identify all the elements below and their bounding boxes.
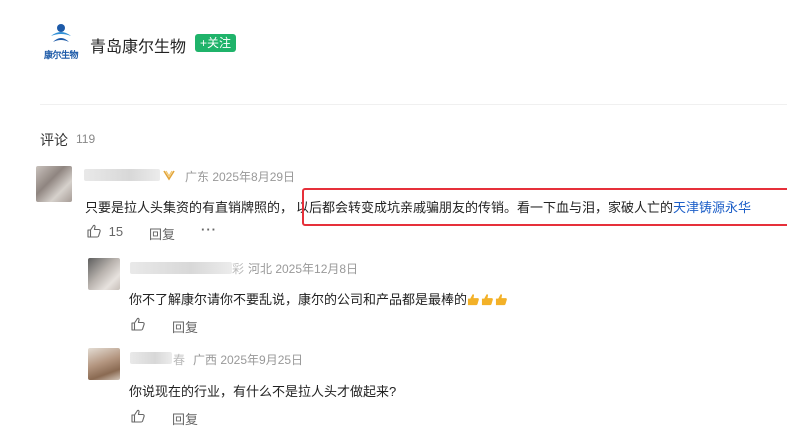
reply-text: 你说现在的行业，有什么不是拉人头才做起来? bbox=[129, 384, 397, 399]
company-logo[interactable]: 康尔生物 bbox=[42, 22, 80, 62]
highlight-box bbox=[302, 188, 787, 226]
reply-location-date: 广西 2025年9月25日 bbox=[193, 353, 304, 367]
thumbs-up-icon bbox=[131, 409, 145, 423]
username-tail: 彩 bbox=[232, 262, 245, 276]
header-divider bbox=[40, 104, 787, 105]
logo-mark-icon bbox=[51, 24, 71, 42]
thumbs-up-icon bbox=[87, 224, 101, 238]
avatar[interactable] bbox=[88, 348, 120, 380]
avatar[interactable] bbox=[88, 258, 120, 290]
like-button[interactable] bbox=[130, 316, 146, 332]
logo-text: 康尔生物 bbox=[43, 51, 79, 61]
comments-title: 评论 bbox=[40, 132, 68, 148]
like-button[interactable]: 15 bbox=[86, 223, 123, 239]
follow-button[interactable]: +关注 bbox=[195, 34, 237, 52]
reply-location-date: 河北 2025年12月8日 bbox=[248, 262, 359, 276]
more-dots-icon[interactable]: ··· bbox=[201, 222, 217, 237]
username-tail: 春 bbox=[173, 353, 186, 367]
like-button[interactable] bbox=[130, 408, 146, 424]
comments-count: 119 bbox=[76, 132, 96, 146]
thumbs-up-emoji bbox=[467, 292, 509, 307]
like-count: 15 bbox=[108, 224, 124, 239]
reply-button[interactable]: 回复 bbox=[149, 224, 175, 243]
username-blurred[interactable] bbox=[130, 352, 172, 364]
thumbs-up-icon bbox=[131, 317, 145, 331]
reply-text-content: 你不了解康尔请你不要乱说，康尔的公司和产品都是最棒的 bbox=[129, 292, 468, 307]
comment-text-part: 只要是拉人头集资的有直销牌照的， bbox=[85, 200, 294, 215]
company-name[interactable]: 青岛康尔生物 bbox=[90, 33, 186, 57]
gold-badge-icon bbox=[163, 170, 175, 181]
username-blurred[interactable] bbox=[130, 262, 232, 274]
reply-button[interactable]: 回复 bbox=[172, 409, 198, 428]
comment-location-date: 广东 2025年8月29日 bbox=[185, 170, 296, 184]
username-blurred[interactable] bbox=[84, 169, 160, 181]
avatar[interactable] bbox=[36, 166, 72, 202]
reply-button[interactable]: 回复 bbox=[172, 317, 198, 336]
reply-text: 你不了解康尔请你不要乱说，康尔的公司和产品都是最棒的 bbox=[129, 289, 509, 308]
